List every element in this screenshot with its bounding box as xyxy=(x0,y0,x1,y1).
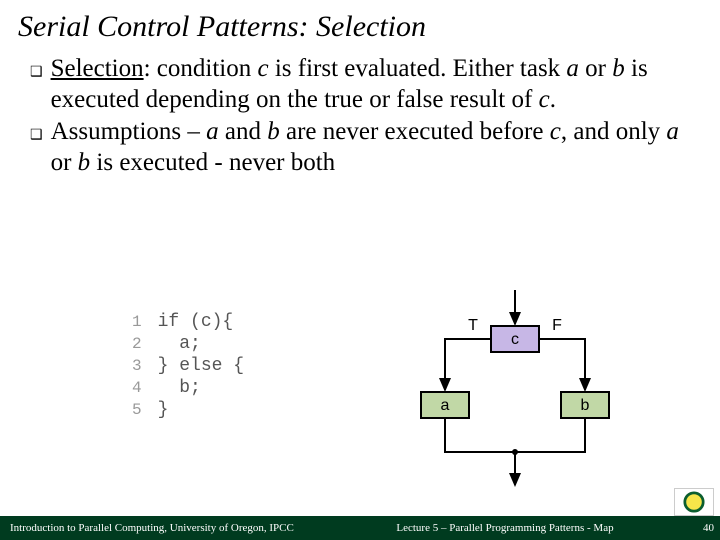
ln-3: 3 xyxy=(132,356,156,376)
bullet-marker: ❑ xyxy=(30,119,43,149)
flow-F-label: F xyxy=(552,317,562,334)
code-3: } else { xyxy=(158,356,244,376)
b2-t5: or xyxy=(51,149,78,176)
b2-a2: a xyxy=(666,118,679,145)
ln-1: 1 xyxy=(132,312,156,332)
bullet-2: ❑ Assumptions – a and b are never execut… xyxy=(30,117,696,178)
ln-2: 2 xyxy=(132,334,156,354)
code-block: 1if (c){ 2 a; 3} else { 4 b; 5} xyxy=(130,310,246,422)
b2-b1: b xyxy=(267,118,280,145)
b1-lead: Selection xyxy=(51,55,144,82)
flow-b-label: b xyxy=(581,397,590,414)
flow-c-label: c xyxy=(511,331,519,348)
footer-page-number: 40 xyxy=(670,522,720,534)
bullet-1-text: Selection: condition c is first evaluate… xyxy=(51,54,696,115)
flowchart-diagram: c T F a b xyxy=(395,290,645,490)
b2-t3: are never executed before xyxy=(280,118,550,145)
b2-t4: , and only xyxy=(561,118,667,145)
b1-a1: a xyxy=(566,55,579,82)
b2-a1: a xyxy=(206,118,219,145)
code-2: a; xyxy=(158,334,244,354)
slide-footer: Introduction to Parallel Computing, Univ… xyxy=(0,516,720,540)
bullet-2-text: Assumptions – a and b are never executed… xyxy=(51,117,696,178)
b2-c1: c xyxy=(550,118,561,145)
b1-t2: is first evaluated. Either task xyxy=(269,55,567,82)
b2-t1: Assumptions – xyxy=(51,118,207,145)
uo-logo xyxy=(674,488,714,516)
ln-4: 4 xyxy=(132,378,156,398)
b2-t2: and xyxy=(219,118,268,145)
slide-body: ❑ Selection: condition c is first evalua… xyxy=(0,50,720,178)
bullet-marker: ❑ xyxy=(30,56,43,86)
bullet-1: ❑ Selection: condition c is first evalua… xyxy=(30,54,696,115)
code-5: } xyxy=(158,400,244,420)
b1-t3: or xyxy=(579,55,612,82)
b1-t1: : condition xyxy=(144,55,258,82)
code-4: b; xyxy=(158,378,244,398)
b1-c1: c xyxy=(257,55,268,82)
b1-t5: . xyxy=(550,86,556,113)
ln-5: 5 xyxy=(132,400,156,420)
figure-area: 1if (c){ 2 a; 3} else { 4 b; 5} c T F xyxy=(0,290,720,490)
footer-center: Lecture 5 – Parallel Programming Pattern… xyxy=(340,522,670,534)
footer-left: Introduction to Parallel Computing, Univ… xyxy=(0,522,340,534)
b1-b1: b xyxy=(612,55,625,82)
b1-c2: c xyxy=(539,86,550,113)
code-1: if (c){ xyxy=(158,312,244,332)
flow-T-label: T xyxy=(468,317,478,334)
b2-t6: is executed - never both xyxy=(90,149,335,176)
b2-b2: b xyxy=(78,149,91,176)
flow-a-label: a xyxy=(441,397,450,414)
slide-title: Serial Control Patterns: Selection xyxy=(0,0,720,50)
